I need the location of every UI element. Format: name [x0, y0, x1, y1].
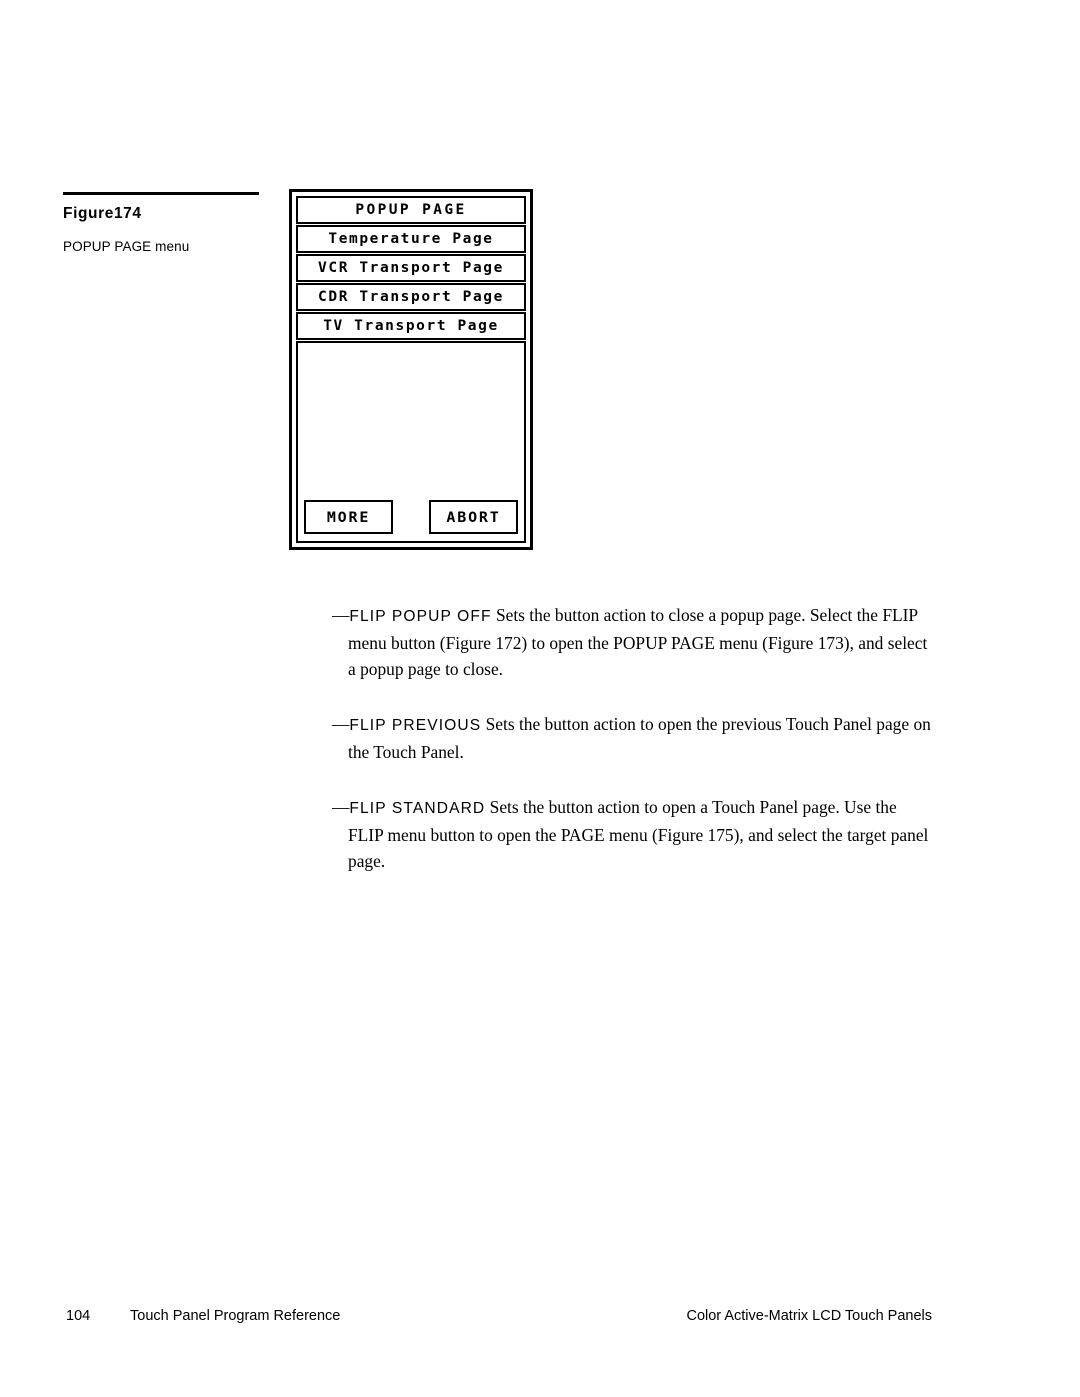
figure-rule-divider	[63, 192, 259, 195]
panel-empty-list-area: MORE ABORT	[296, 341, 526, 543]
panel-menu-item-label: Temperature Page	[328, 231, 494, 247]
definition-term: FLIP STANDARD	[349, 800, 486, 817]
abort-button-label: ABORT	[446, 508, 501, 526]
definition-term: FLIP PREVIOUS	[349, 717, 482, 734]
panel-menu-item-label: TV Transport Page	[323, 318, 499, 334]
figure-description: POPUP PAGE menu	[63, 239, 190, 254]
definition-term: FLIP POPUP OFF	[349, 608, 492, 625]
panel-menu-item-cdr-transport-page[interactable]: CDR Transport Page	[296, 283, 526, 311]
list-dash: —	[332, 714, 350, 734]
panel-menu-item-label: CDR Transport Page	[318, 289, 504, 305]
page-footer: 104 Touch Panel Program Reference Color …	[0, 1308, 1080, 1330]
panel-menu-item-vcr-transport-page[interactable]: VCR Transport Page	[296, 254, 526, 282]
panel-menu-item-label: VCR Transport Page	[318, 260, 504, 276]
panel-title-label: POPUP PAGE	[355, 202, 467, 218]
touch-panel-mock: POPUP PAGE Temperature Page VCR Transpor…	[289, 189, 533, 550]
footer-product-title: Color Active-Matrix LCD Touch Panels	[686, 1308, 932, 1324]
figure-number: Figure174	[63, 205, 142, 222]
more-button[interactable]: MORE	[304, 500, 393, 534]
definition-item-flip-standard: —FLIP STANDARD Sets the button action to…	[332, 794, 932, 874]
panel-footer-button-row: MORE ABORT	[304, 500, 518, 534]
list-dash: —	[332, 605, 350, 625]
definition-item-flip-previous: —FLIP PREVIOUS Sets the button action to…	[332, 711, 932, 765]
abort-button[interactable]: ABORT	[429, 500, 518, 534]
footer-page-number: 104	[66, 1308, 91, 1324]
definition-item-flip-popup-off: —FLIP POPUP OFF Sets the button action t…	[332, 602, 932, 682]
figure-caption-block: Figure174 POPUP PAGE menu	[63, 192, 263, 254]
panel-title-row: POPUP PAGE	[296, 196, 526, 224]
panel-menu-item-tv-transport-page[interactable]: TV Transport Page	[296, 312, 526, 340]
panel-menu-item-temperature-page[interactable]: Temperature Page	[296, 225, 526, 253]
list-dash: —	[332, 797, 350, 817]
footer-document-title: Touch Panel Program Reference	[130, 1308, 341, 1324]
body-text-block: —FLIP POPUP OFF Sets the button action t…	[332, 602, 932, 874]
more-button-label: MORE	[326, 508, 371, 526]
